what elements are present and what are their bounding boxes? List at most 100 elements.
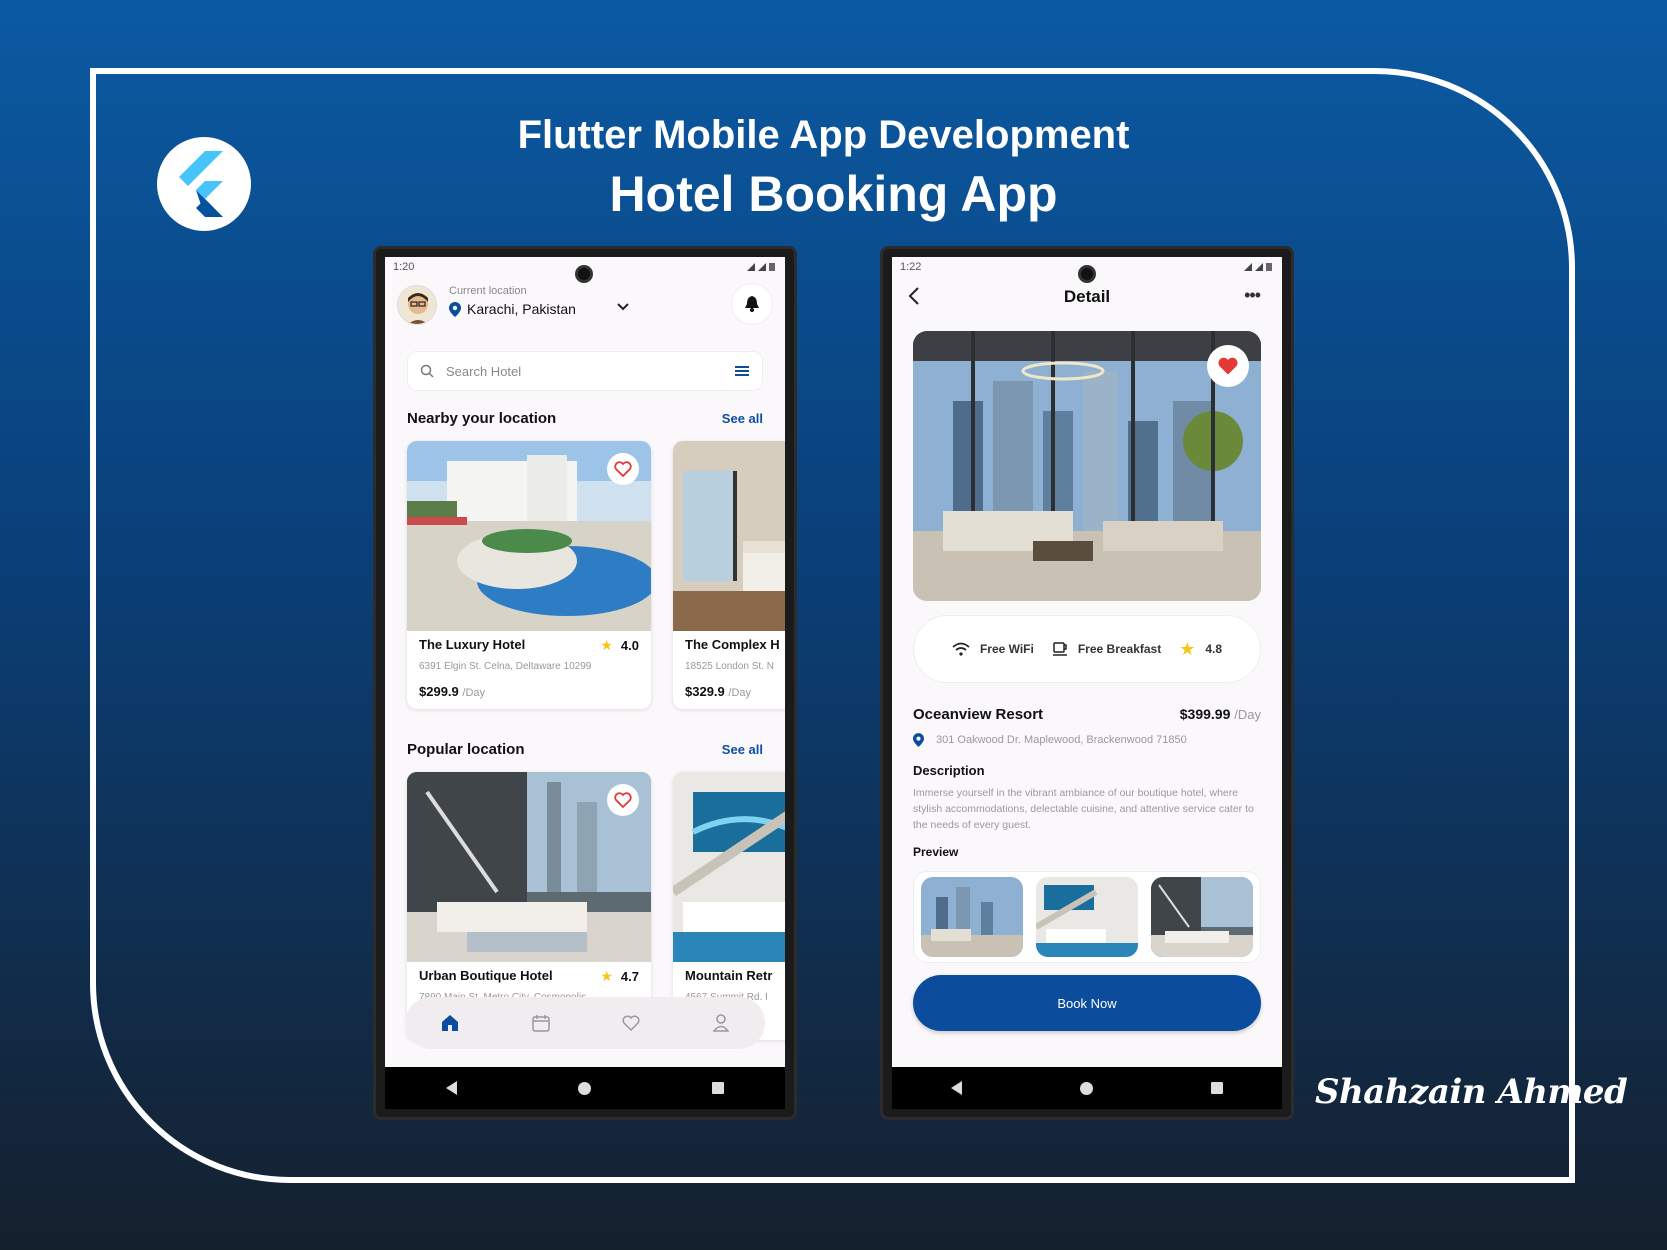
popular-see-all-link[interactable]: See all: [722, 742, 763, 757]
phone-detail-screen: 1:22 Detail ••• Free WiFi Free Breakfast…: [880, 246, 1294, 1120]
price-unit: /Day: [728, 687, 752, 699]
home-screen: 1:20 Current location Karachi, Pakistan: [385, 257, 785, 1067]
recents-nav-icon[interactable]: [712, 1082, 725, 1094]
amenity-rating: ★ 4.8: [1179, 639, 1222, 660]
rating-value: 4.7: [620, 969, 639, 984]
price-value: $329.9: [685, 684, 725, 699]
page-title: Detail: [1063, 287, 1111, 306]
amenity-label: Free Breakfast: [1077, 642, 1162, 656]
preview-thumbnail[interactable]: [920, 877, 1023, 957]
city-name: Karachi, Pakistan: [467, 301, 576, 317]
location-selector[interactable]: Karachi, Pakistan: [449, 301, 576, 317]
phone-home-screen: 1:20 Current location Karachi, Pakistan: [373, 246, 797, 1120]
hotel-name: Oceanview Resort: [913, 706, 1044, 723]
hotel-name: Mountain Retr: [685, 968, 773, 983]
home-nav-icon[interactable]: [1080, 1081, 1093, 1095]
camera-cutout: [1078, 265, 1096, 283]
android-navigation-bar: [892, 1067, 1282, 1109]
search-icon: [420, 364, 434, 378]
hotel-name: The Complex H: [685, 637, 780, 652]
search-bar[interactable]: Search Hotel: [407, 351, 763, 391]
price-unit: /Day: [462, 687, 486, 699]
heart-filled-icon: [1218, 357, 1238, 375]
home-icon[interactable]: [441, 1014, 459, 1032]
bell-icon: [745, 296, 759, 312]
status-icons: [1244, 263, 1272, 271]
favorite-button[interactable]: [607, 784, 639, 816]
home-nav-icon[interactable]: [577, 1081, 591, 1095]
bottom-navigation: [405, 997, 765, 1049]
android-navigation-bar: [385, 1067, 785, 1109]
hotel-price: $329.9 /Day: [685, 684, 751, 699]
current-location-label: Current location: [449, 285, 527, 297]
hotel-name: The Luxury Hotel: [419, 637, 526, 652]
hotel-price: $399.99 /Day: [1180, 706, 1261, 722]
location-pin-icon: [449, 301, 461, 317]
rating-value: 4.0: [620, 638, 639, 653]
author-signature: Shahzain Ahmed: [1315, 1072, 1628, 1112]
hotel-name: Urban Boutique Hotel: [419, 968, 553, 983]
chevron-down-icon[interactable]: [617, 303, 629, 311]
preview-thumbnail[interactable]: [1035, 877, 1138, 957]
price-unit: /Day: [1234, 707, 1261, 722]
hotel-rating: ★ 4.0: [600, 637, 639, 654]
header-title: Hotel Booking App: [609, 166, 1058, 222]
heart-outline-icon: [614, 461, 632, 477]
detail-app-bar: Detail •••: [892, 283, 1282, 313]
nearby-section-title: Nearby your location: [407, 410, 557, 427]
star-icon: ★: [1179, 638, 1196, 659]
search-input[interactable]: Search Hotel: [446, 364, 521, 379]
nearby-see-all-link[interactable]: See all: [722, 411, 763, 426]
hotel-address: 301 Oakwood Dr. Maplewood, Brackenwood 7…: [913, 733, 1187, 747]
description-text: Immerse yourself in the vibrant ambiance…: [913, 787, 1254, 831]
description-title: Description: [913, 763, 985, 778]
amenity-wifi: Free WiFi: [952, 642, 1034, 656]
amenity-label: Free WiFi: [979, 642, 1034, 656]
back-nav-icon[interactable]: [951, 1081, 962, 1095]
amenity-label: 4.8: [1205, 642, 1223, 656]
location-pin-icon: [913, 733, 924, 747]
hotel-card[interactable]: The Complex H 18525 London St. N $329.9 …: [673, 441, 785, 709]
preview-gallery: [913, 871, 1261, 963]
status-time: 1:22: [900, 261, 922, 273]
heart-outline-icon: [614, 792, 632, 808]
header-subtitle: Flutter Mobile App Development: [517, 113, 1130, 157]
profile-icon[interactable]: [712, 1014, 729, 1032]
price-value: $399.99: [1179, 706, 1231, 722]
hotel-image: [673, 772, 785, 962]
back-nav-icon[interactable]: [445, 1081, 457, 1095]
hotel-address: 6391 Elgin St. Celna, Deltaware 10299: [419, 661, 592, 672]
hotel-card[interactable]: The Luxury Hotel ★ 4.0 6391 Elgin St. Ce…: [407, 441, 651, 709]
favorite-button[interactable]: [1207, 345, 1249, 387]
hotel-hero-image: [913, 331, 1261, 601]
recents-nav-icon[interactable]: [1211, 1082, 1223, 1094]
amenity-breakfast: Free Breakfast: [1052, 641, 1161, 657]
notification-button[interactable]: [731, 283, 773, 325]
hotel-address: 18525 London St. N: [685, 661, 774, 672]
hotel-price: $299.9 /Day: [419, 684, 485, 699]
coffee-icon: [1052, 642, 1067, 656]
status-time: 1:20: [393, 261, 415, 273]
avatar[interactable]: [397, 285, 437, 325]
preview-thumbnail[interactable]: [1151, 877, 1254, 957]
status-icons: [747, 263, 775, 271]
hotel-image: [673, 441, 785, 631]
favorite-button[interactable]: [607, 453, 639, 485]
preview-title: Preview: [913, 845, 959, 859]
more-options-icon[interactable]: •••: [1244, 285, 1261, 306]
price-value: $299.9: [419, 684, 459, 699]
calendar-icon[interactable]: [532, 1014, 550, 1032]
star-icon: ★: [600, 637, 613, 653]
location-header: Current location Karachi, Pakistan: [397, 283, 773, 327]
popular-section-title: Popular location: [407, 741, 525, 758]
camera-cutout: [575, 265, 593, 283]
detail-screen: 1:22 Detail ••• Free WiFi Free Breakfast…: [892, 257, 1282, 1067]
decorative-frame: [90, 68, 1575, 1183]
hotel-rating: ★ 4.7: [600, 968, 639, 985]
book-now-button[interactable]: Book Now: [913, 975, 1261, 1031]
filter-icon[interactable]: [734, 365, 750, 377]
heart-icon[interactable]: [622, 1015, 640, 1031]
star-icon: ★: [600, 968, 613, 984]
address-text: 301 Oakwood Dr. Maplewood, Brackenwood 7…: [936, 734, 1187, 746]
amenities-bar: Free WiFi Free Breakfast ★ 4.8: [913, 615, 1261, 683]
